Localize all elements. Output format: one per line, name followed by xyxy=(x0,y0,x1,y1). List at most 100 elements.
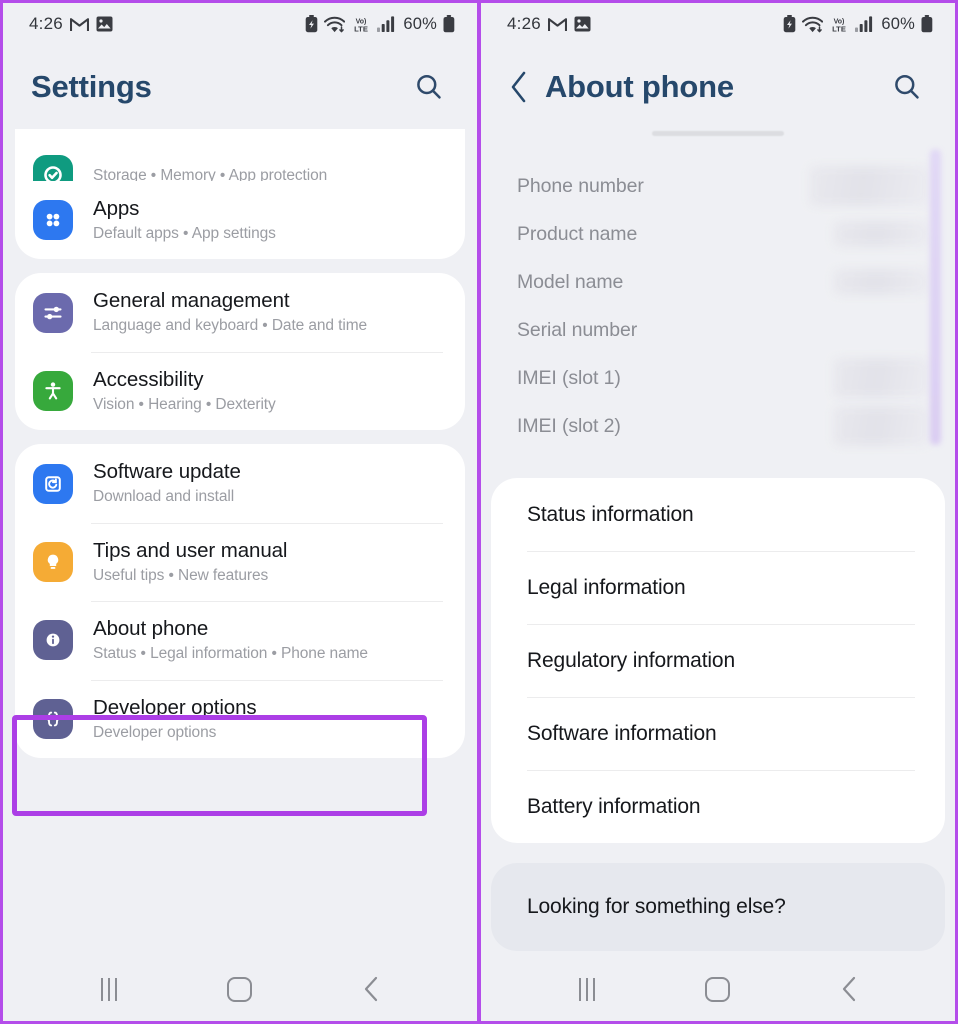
recents-button-left[interactable] xyxy=(78,967,140,1011)
settings-item-about-phone[interactable]: About phone Status • Legal information •… xyxy=(15,601,465,679)
photos-icon xyxy=(96,16,113,32)
scrollbar-indicator[interactable] xyxy=(930,149,941,445)
gmail-icon xyxy=(69,17,89,31)
device-care-subtitle: Storage • Memory • App protection xyxy=(93,167,328,181)
settings-item-apps[interactable]: Apps Default apps • App settings xyxy=(15,181,465,259)
search-button-right[interactable] xyxy=(885,65,929,109)
battery-icon xyxy=(443,15,455,33)
accessibility-glyph xyxy=(45,382,61,400)
apps-title: Apps xyxy=(93,197,140,220)
software-update-icon xyxy=(33,463,73,504)
about-phone-title: About phone xyxy=(93,617,209,641)
info-row-model-name[interactable]: Model name xyxy=(517,258,929,306)
accessibility-subtitle: Vision • Hearing • Dexterity xyxy=(93,395,276,413)
developer-options-icon xyxy=(33,698,73,739)
status-bar-right-group-2: Vo) LTE 60% xyxy=(783,15,933,34)
back-nav-button[interactable] xyxy=(499,65,539,109)
info-row-phone-number[interactable]: Phone number xyxy=(517,162,929,210)
redacted-value xyxy=(809,166,929,206)
back-icon xyxy=(365,976,378,1002)
info-row-imei-slot-1[interactable]: IMEI (slot 1) xyxy=(517,354,929,402)
status-bar-right-group: Vo) LTE 60% xyxy=(305,15,455,34)
software-update-title: Software update xyxy=(93,460,241,484)
menu-item-status-information[interactable]: Status information xyxy=(491,478,945,551)
back-icon xyxy=(843,976,856,1002)
lightbulb-glyph xyxy=(47,554,59,569)
apps-icon xyxy=(33,200,73,241)
menu-item-software-information[interactable]: Software information xyxy=(491,697,945,770)
about-phone-menu-card: Status information Legal information Reg… xyxy=(491,478,945,843)
gmail-icon xyxy=(547,17,567,31)
back-button-left[interactable] xyxy=(340,967,402,1011)
software-update-glyph xyxy=(45,475,61,492)
home-button-left[interactable] xyxy=(209,967,271,1011)
battery-saver-icon xyxy=(784,15,796,33)
settings-item-general-management[interactable]: General management Language and keyboard… xyxy=(15,273,465,351)
about-phone-header: About phone xyxy=(481,45,955,129)
search-button-left[interactable] xyxy=(407,65,451,109)
settings-item-tips[interactable]: Tips and user manual Useful tips • New f… xyxy=(15,522,465,601)
accessibility-text: Accessibility Vision • Hearing • Dexteri… xyxy=(93,367,276,415)
nav-bar-left xyxy=(3,957,477,1021)
general-management-text: General management Language and keyboard… xyxy=(93,288,367,336)
page-title-right: About phone xyxy=(545,69,734,104)
software-update-text: Software update Download and install xyxy=(93,459,241,507)
home-button-right[interactable] xyxy=(687,967,749,1011)
battery-icon xyxy=(921,15,933,33)
status-bar-right: 4:26 Vo) LTE 60% xyxy=(481,3,955,45)
recents-icon xyxy=(100,977,117,1001)
page-title: Settings xyxy=(31,69,152,104)
sliders-glyph xyxy=(44,306,62,319)
settings-scroll-body[interactable]: Storage • Memory • App protection Apps D… xyxy=(3,129,477,957)
about-phone-scroll-body[interactable]: Phone number Product name Model name Ser… xyxy=(481,129,955,957)
info-label: Product name xyxy=(517,222,638,245)
redacted-value xyxy=(833,269,929,295)
info-row-serial-number[interactable]: Serial number xyxy=(517,306,929,354)
search-icon xyxy=(895,74,919,99)
chevron-left-icon xyxy=(511,71,526,103)
settings-item-software-update[interactable]: Software update Download and install xyxy=(15,444,465,522)
developer-options-glyph xyxy=(46,711,60,727)
info-label: Phone number xyxy=(517,174,644,197)
settings-group-1: Storage • Memory • App protection Apps D… xyxy=(15,129,465,260)
device-care-row-partial[interactable]: Storage • Memory • App protection xyxy=(15,129,465,181)
left-phone-screen: 4:26 Vo) LTE 60% Settings Storage • Memo… xyxy=(0,0,479,1024)
info-glyph xyxy=(46,634,60,647)
info-label: IMEI (slot 2) xyxy=(517,414,621,437)
lightbulb-icon xyxy=(33,542,73,583)
back-button-right[interactable] xyxy=(818,967,880,1011)
menu-item-legal-information[interactable]: Legal information xyxy=(491,551,945,624)
volte-icon: Vo) LTE xyxy=(354,18,368,32)
recents-button-right[interactable] xyxy=(556,967,618,1011)
signal-bars-icon xyxy=(377,16,395,32)
info-row-product-name[interactable]: Product name xyxy=(517,210,929,258)
redacted-value xyxy=(833,221,929,247)
general-management-subtitle: Language and keyboard • Date and time xyxy=(93,317,368,335)
general-management-title: General management xyxy=(93,289,290,313)
looking-for-something-else[interactable]: Looking for something else? xyxy=(491,863,945,951)
signal-bars-icon xyxy=(855,16,873,32)
settings-group-2: General management Language and keyboard… xyxy=(15,273,465,431)
volte-icon: Vo) LTE xyxy=(832,18,846,33)
apps-subtitle: Default apps • App settings xyxy=(93,225,276,242)
settings-item-developer-options[interactable]: Developer options Developer options xyxy=(15,679,465,758)
developer-options-title: Developer options xyxy=(93,695,257,719)
info-label: Serial number xyxy=(517,318,638,341)
svg-text:LTE: LTE xyxy=(832,24,846,33)
apps-text: Apps Default apps • App settings xyxy=(93,196,276,244)
tips-subtitle: Useful tips • New features xyxy=(93,566,269,584)
about-phone-subtitle: Status • Legal information • Phone name xyxy=(93,645,368,663)
accessibility-icon xyxy=(33,371,73,412)
dual-screenshot-stage: 4:26 Vo) LTE 60% Settings Storage • Memo… xyxy=(0,0,958,1024)
status-bar-left-group-2: 4:26 xyxy=(507,14,591,34)
menu-item-battery-information[interactable]: Battery information xyxy=(491,770,945,843)
info-label: Model name xyxy=(517,270,624,293)
info-icon xyxy=(33,620,73,661)
right-phone-screen: 4:26 Vo) LTE 60% About phone Phone numbe… xyxy=(479,0,958,1024)
info-row-imei-slot-2[interactable]: IMEI (slot 2) xyxy=(517,402,929,450)
menu-item-regulatory-information[interactable]: Regulatory information xyxy=(491,624,945,697)
accessibility-title: Accessibility xyxy=(93,367,204,391)
drag-handle[interactable] xyxy=(652,131,784,136)
device-care-icon xyxy=(33,155,73,181)
settings-item-accessibility[interactable]: Accessibility Vision • Hearing • Dexteri… xyxy=(15,351,465,430)
